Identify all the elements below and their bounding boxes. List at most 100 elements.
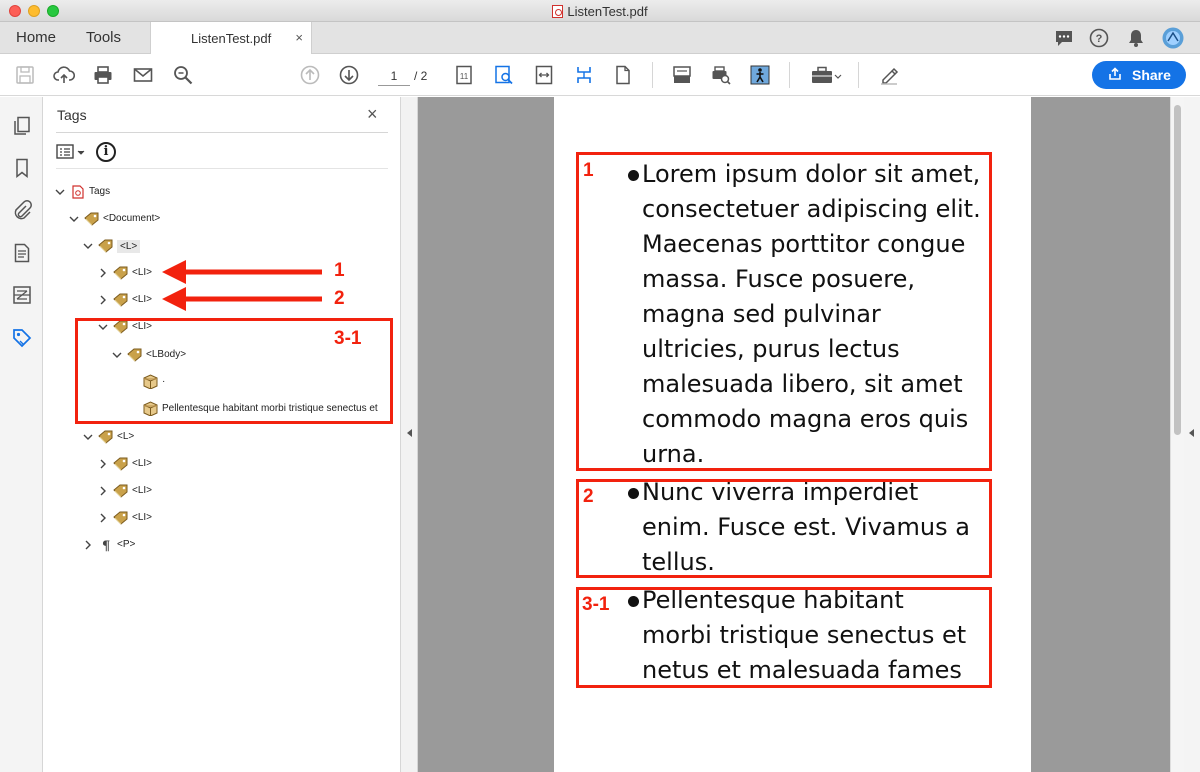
accessibility-icon[interactable] [749,64,771,86]
help-icon[interactable]: ? [1088,27,1110,49]
title-bar: ListenTest.pdf [0,0,1200,22]
tab-document-label: ListenTest.pdf [191,31,272,46]
chevron-right-icon[interactable] [97,512,109,524]
paragraph-icon: ¶ [98,538,114,554]
annotation-label-box-2: 2 [583,486,594,507]
annotation-arrow-2 [162,287,322,311]
tag-icon [113,457,129,471]
svg-text:?: ? [1096,33,1103,45]
avatar[interactable] [1162,27,1184,49]
panel-divider [56,168,388,169]
tab-document[interactable]: ListenTest.pdf × [150,22,312,54]
chevron-right-icon[interactable] [97,485,109,497]
tag-icon [98,430,114,444]
pages-icon[interactable] [11,115,33,137]
chevron-right-icon[interactable] [97,267,109,279]
annotation-box-3-1 [576,587,992,688]
toolbar-separator [858,62,859,88]
save-icon[interactable] [14,64,36,86]
collapse-left-icon[interactable] [401,425,419,441]
find-text-icon[interactable] [493,64,515,86]
vertical-scrollbar[interactable] [1170,97,1184,772]
share-icon [1109,67,1121,80]
panel-title: Tags [57,107,87,123]
chevron-right-icon[interactable] [82,539,94,551]
fit-width-icon[interactable] [533,64,555,86]
chevron-down-icon[interactable] [54,186,66,198]
page-total: / 2 [414,69,428,83]
bell-icon[interactable] [1125,27,1147,49]
comment-icon[interactable] [1053,27,1075,49]
tag-icon [113,484,129,498]
chevron-down-icon[interactable] [82,240,94,252]
tree-row-label: <Document> [103,213,161,224]
tab-tools[interactable]: Tools [86,29,121,46]
chevron-right-icon[interactable] [97,458,109,470]
bookmark-icon[interactable] [11,157,33,179]
page-number-input[interactable]: 1 [378,66,410,86]
info-icon[interactable]: i [96,142,116,162]
expand-right-panel-icon[interactable] [1184,425,1200,441]
tag-icon [98,239,114,253]
chevron-down-icon[interactable] [82,431,94,443]
tree-row-label: <LI> [132,512,153,523]
page-content-icon[interactable] [11,242,33,264]
options-menu-button[interactable] [56,143,90,161]
pdf-file-icon [70,185,86,199]
chevron-down-icon[interactable] [68,213,80,225]
print-preview-icon[interactable] [710,64,732,86]
right-rail [1184,97,1200,772]
attachment-icon[interactable] [11,199,33,221]
tab-home[interactable]: Home [16,29,56,46]
window-title: ListenTest.pdf [0,4,1200,19]
annotation-box-2 [576,479,992,578]
tags-panel: Tags × i [43,97,400,772]
annotation-label-2: 2 [334,288,345,309]
panel-splitter[interactable] [400,97,418,772]
tree-row-label: <L> [117,431,135,442]
panel-divider [56,132,388,133]
tree-row-label: <LI> [132,267,153,278]
annotation-box-1 [576,152,992,471]
annotation-label-box-3-1: 3-1 [582,594,610,615]
zoom-icon[interactable] [172,64,194,86]
annotation-label-box-1: 1 [583,160,594,181]
tag-icon [113,293,129,307]
tree-row-label: <LI> [132,294,153,305]
scan-icon[interactable] [671,64,693,86]
page-up-icon[interactable] [299,64,321,86]
print-icon[interactable] [92,64,114,86]
tab-bar: Home Tools ListenTest.pdf × ? [0,22,1200,54]
toolbar-separator [652,62,653,88]
order-icon[interactable] [11,284,33,306]
tree-row-label: <L> [117,240,141,253]
fit-height-icon[interactable] [573,64,595,86]
annotation-label-1: 1 [334,260,345,281]
close-panel-icon[interactable]: × [367,104,378,125]
scrollbar-thumb[interactable] [1174,105,1181,435]
tag-icon[interactable] [11,327,33,349]
blank-page-icon[interactable] [612,64,634,86]
toolbar-separator [789,62,790,88]
toolbox-icon[interactable] [810,64,842,86]
svg-text:11: 11 [460,72,469,81]
upload-icon[interactable] [53,64,76,86]
tree-row-label: <LI> [132,458,153,469]
tree-row-label: Tags [89,186,111,197]
share-button[interactable]: Share [1092,61,1186,89]
window-title-text: ListenTest.pdf [567,4,648,19]
chevron-right-icon[interactable] [97,294,109,306]
highlight-pen-icon[interactable] [878,64,900,86]
email-icon[interactable] [132,64,154,86]
page-down-icon[interactable] [338,64,360,86]
close-tab-icon[interactable]: × [295,30,303,45]
annotation-arrow-1 [162,260,322,284]
svg-text:¶: ¶ [102,539,110,552]
annotation-label-3-1-panel: 3-1 [334,328,362,349]
options-icon [56,144,85,159]
tag-icon [84,212,100,226]
pdf-file-icon [552,5,564,18]
left-navigation-rail [0,97,43,772]
single-page-icon[interactable]: 11 [453,64,475,86]
tag-icon [113,266,129,280]
